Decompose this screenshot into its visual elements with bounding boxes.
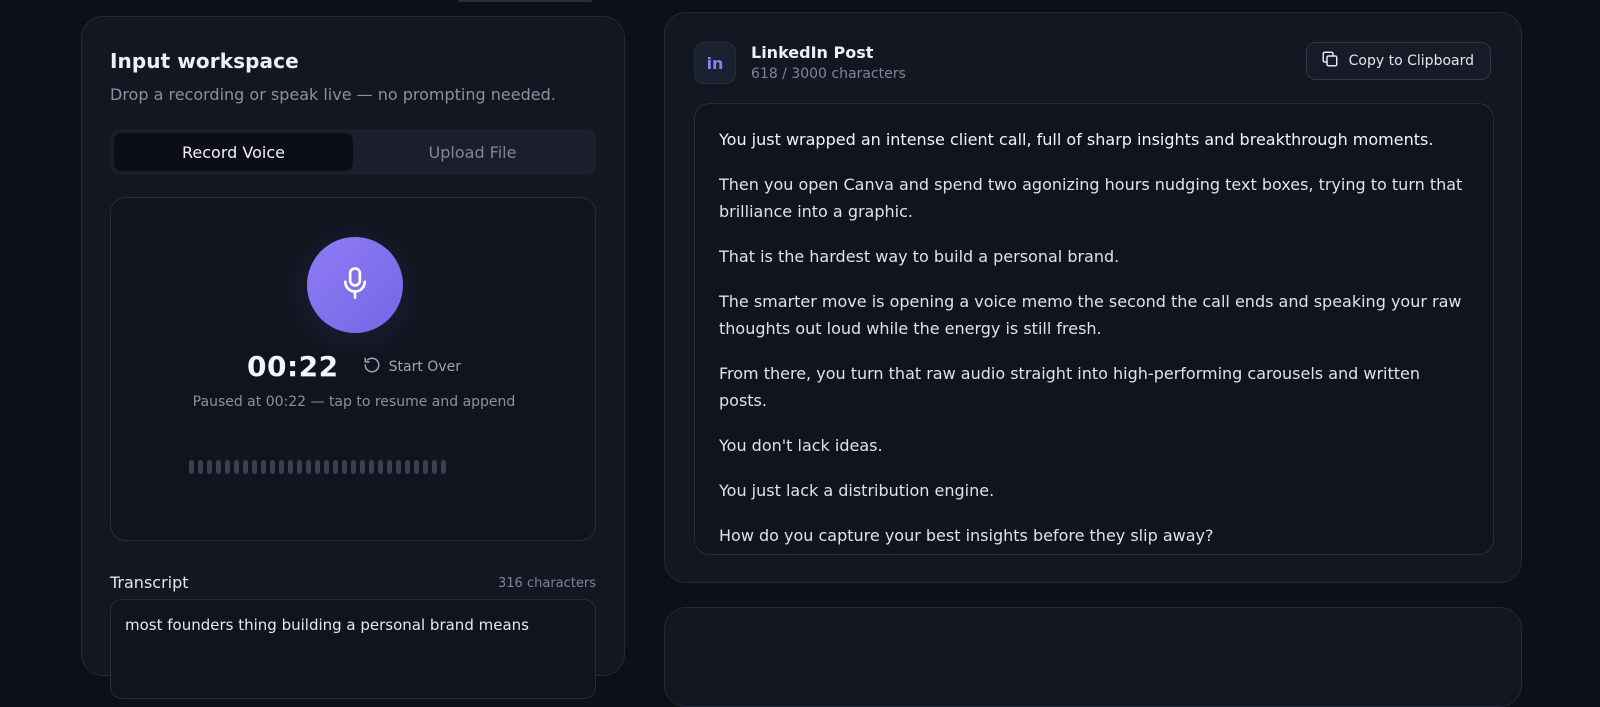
linkedin-post-card: in LinkedIn Post 618 / 3000 characters C…: [664, 12, 1522, 583]
mic-button[interactable]: [307, 237, 403, 333]
waveform-bar: [279, 460, 284, 474]
waveform-bar: [351, 460, 356, 474]
workspace-title: Input workspace: [110, 49, 299, 73]
timer-row: 00:22 Start Over: [111, 350, 597, 383]
input-mode-tabs: Record Voice Upload File: [110, 129, 596, 175]
input-workspace-panel: Input workspace Drop a recording or spea…: [81, 16, 625, 699]
waveform-bar: [288, 460, 293, 474]
post-paragraph: Then you open Canva and spend two agoniz…: [719, 175, 1463, 221]
waveform-bar: [441, 460, 446, 474]
post-paragraph: From there, you turn that raw audio stra…: [719, 364, 1421, 410]
copy-label: Copy to Clipboard: [1348, 53, 1474, 69]
post-paragraph: That is the hardest way to build a perso…: [719, 247, 1120, 266]
post-title: LinkedIn Post: [751, 43, 874, 62]
post-paragraph: You just wrapped an intense client call,…: [719, 130, 1434, 149]
waveform-bar: [297, 460, 302, 474]
voice-recorder: 00:22 Start Over Paused at 00:22 — tap t…: [110, 197, 596, 541]
waveform-bar: [234, 460, 239, 474]
waveform-bar: [369, 460, 374, 474]
top-divider: [458, 0, 592, 2]
waveform-bar: [414, 460, 419, 474]
waveform-bar: [324, 460, 329, 474]
waveform-bar: [333, 460, 338, 474]
transcript-char-count: 316 characters: [498, 576, 596, 591]
waveform-bar: [387, 460, 392, 474]
waveform-bar: [378, 460, 383, 474]
microphone-icon: [340, 266, 370, 304]
waveform-bar: [405, 460, 410, 474]
post-paragraph: You don't lack ideas.: [719, 436, 883, 455]
waveform-bar: [243, 460, 248, 474]
start-over-button[interactable]: Start Over: [363, 356, 461, 378]
tab-upload-file[interactable]: Upload File: [353, 133, 592, 171]
post-char-count: 618 / 3000 characters: [751, 66, 906, 82]
recording-timer: 00:22: [247, 350, 339, 383]
copy-icon: [1321, 50, 1339, 72]
post-paragraph: You just lack a distribution engine.: [719, 481, 995, 500]
linkedin-badge-text: in: [706, 53, 724, 73]
waveform-bar: [423, 460, 428, 474]
waveform-bar: [270, 460, 275, 474]
linkedin-icon: in: [694, 42, 736, 84]
waveform-bar: [306, 460, 311, 474]
waveform-bar: [198, 460, 203, 474]
waveform-bar: [432, 460, 437, 474]
tab-record-voice[interactable]: Record Voice: [114, 133, 353, 171]
waveform-bar: [396, 460, 401, 474]
post-paragraph: How do you capture your best insights be…: [719, 526, 1214, 545]
paused-status: Paused at 00:22 — tap to resume and appe…: [192, 394, 516, 410]
workspace-subtitle: Drop a recording or speak live — no prom…: [110, 85, 556, 104]
waveform-bar: [189, 460, 194, 474]
start-over-label: Start Over: [388, 358, 461, 375]
waveform-bar: [315, 460, 320, 474]
waveform-bar: [360, 460, 365, 474]
rotate-ccw-icon: [363, 356, 381, 378]
transcript-textarea[interactable]: most founders thing building a personal …: [110, 599, 596, 699]
waveform-bar: [225, 460, 230, 474]
waveform-bar: [216, 460, 221, 474]
post-body[interactable]: You just wrapped an intense client call,…: [694, 103, 1494, 555]
waveform-bar: [342, 460, 347, 474]
waveform-bar: [252, 460, 257, 474]
next-post-card: [664, 607, 1522, 707]
transcript-label: Transcript: [110, 573, 189, 592]
waveform-bar: [207, 460, 212, 474]
copy-to-clipboard-button[interactable]: Copy to Clipboard: [1305, 42, 1491, 80]
transcript-text: most founders thing building a personal …: [125, 616, 529, 634]
post-paragraph: The smarter move is opening a voice memo…: [719, 292, 1462, 338]
waveform: [189, 460, 446, 474]
waveform-bar: [261, 460, 266, 474]
